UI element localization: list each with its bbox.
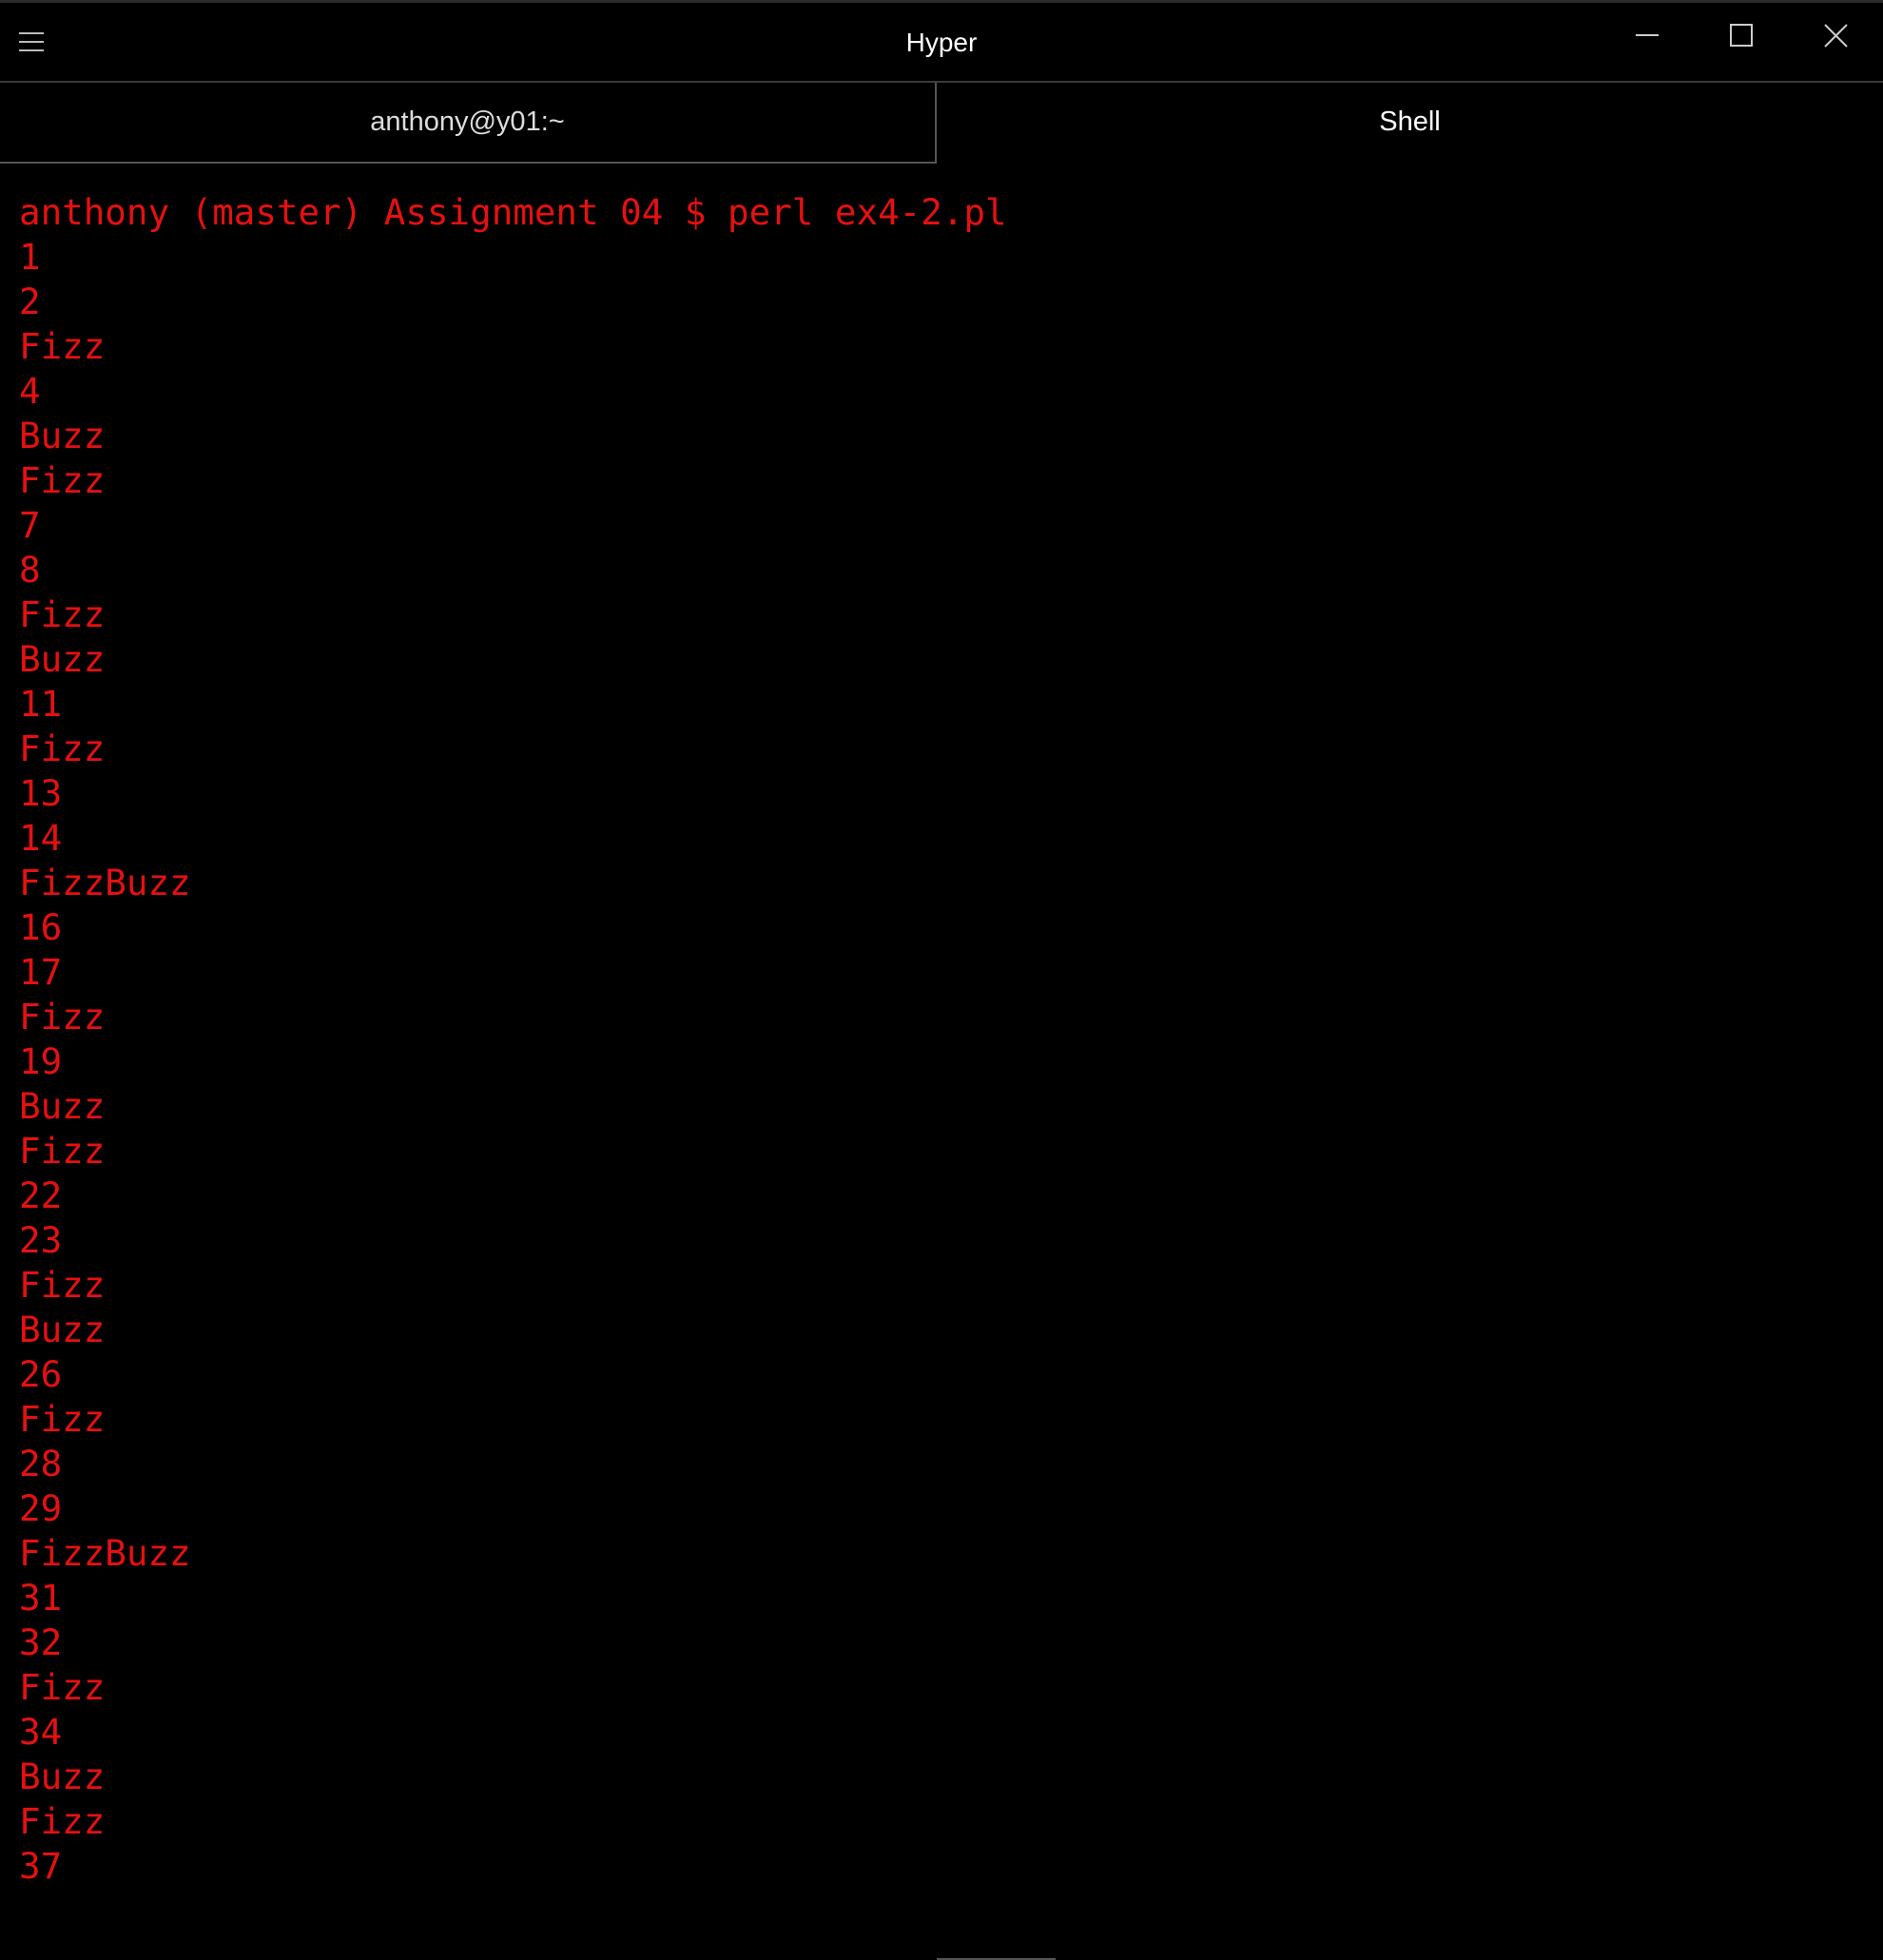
terminal-output-line: 1 <box>19 236 41 278</box>
terminal-output-line: 26 <box>19 1353 63 1395</box>
minimize-button[interactable] <box>1619 22 1676 68</box>
maximize-icon <box>1730 24 1753 47</box>
terminal-output-line: Buzz <box>19 1085 106 1127</box>
terminal-output-line: 2 <box>19 281 41 322</box>
terminal-output-line: Buzz <box>19 415 106 456</box>
minimize-icon <box>1636 34 1659 36</box>
hyper-window: Hyper anthony@y01:~ Shell anthony (maste… <box>0 0 1883 1960</box>
terminal-output-line: 14 <box>19 817 63 859</box>
terminal-output-line: 13 <box>19 772 63 814</box>
terminal-output-line: FizzBuzz <box>19 1532 191 1574</box>
tab-anthony-home[interactable]: anthony@y01:~ <box>0 83 937 164</box>
terminal-prompt-line: anthony (master) Assignment 04 $ perl ex… <box>19 191 1007 233</box>
terminal-output-line: Fizz <box>19 325 106 367</box>
terminal-output-line: 31 <box>19 1577 63 1619</box>
terminal-output-line: 16 <box>19 906 63 948</box>
terminal-output-line: Fizz <box>19 1130 106 1172</box>
terminal-output-line: 19 <box>19 1040 63 1082</box>
window-title: Hyper <box>905 28 978 57</box>
terminal-output-line: Fizz <box>19 1398 106 1440</box>
terminal-output[interactable]: anthony (master) Assignment 04 $ perl ex… <box>19 190 1864 1902</box>
terminal-output-line: 8 <box>19 549 41 591</box>
terminal-output-line: Fizz <box>19 1800 106 1842</box>
maximize-button[interactable] <box>1713 22 1770 68</box>
terminal-output-line: Fizz <box>19 1666 106 1708</box>
close-button[interactable] <box>1807 22 1864 68</box>
terminal-output-line: Fizz <box>19 593 106 635</box>
terminal-output-line: 37 <box>19 1845 63 1887</box>
tab-bar: anthony@y01:~ Shell <box>0 83 1883 164</box>
terminal-output-line: 11 <box>19 683 63 725</box>
terminal-output-line: Fizz <box>19 1264 106 1306</box>
terminal-output-line: Fizz <box>19 996 106 1038</box>
terminal-output-line: Fizz <box>19 728 106 769</box>
terminal-output-line: Fizz <box>19 459 106 501</box>
terminal-output-line: 34 <box>19 1711 63 1753</box>
terminal-output-line: 17 <box>19 951 63 993</box>
close-icon <box>1824 24 1848 48</box>
terminal-output-line: Buzz <box>19 638 106 680</box>
terminal-output-line: 23 <box>19 1219 63 1261</box>
terminal-output-line: 7 <box>19 504 41 546</box>
title-bar: Hyper <box>0 0 1883 83</box>
terminal-output-line: 4 <box>19 370 41 412</box>
terminal-output-line: 29 <box>19 1487 63 1529</box>
terminal-output-line: 32 <box>19 1621 63 1663</box>
tab-shell[interactable]: Shell <box>937 83 1883 164</box>
terminal-output-line: 28 <box>19 1443 63 1485</box>
terminal-output-line: Buzz <box>19 1309 106 1350</box>
terminal-output-line: 22 <box>19 1174 63 1216</box>
terminal-output-line: FizzBuzz <box>19 862 191 903</box>
terminal-output-line: Buzz <box>19 1756 106 1797</box>
